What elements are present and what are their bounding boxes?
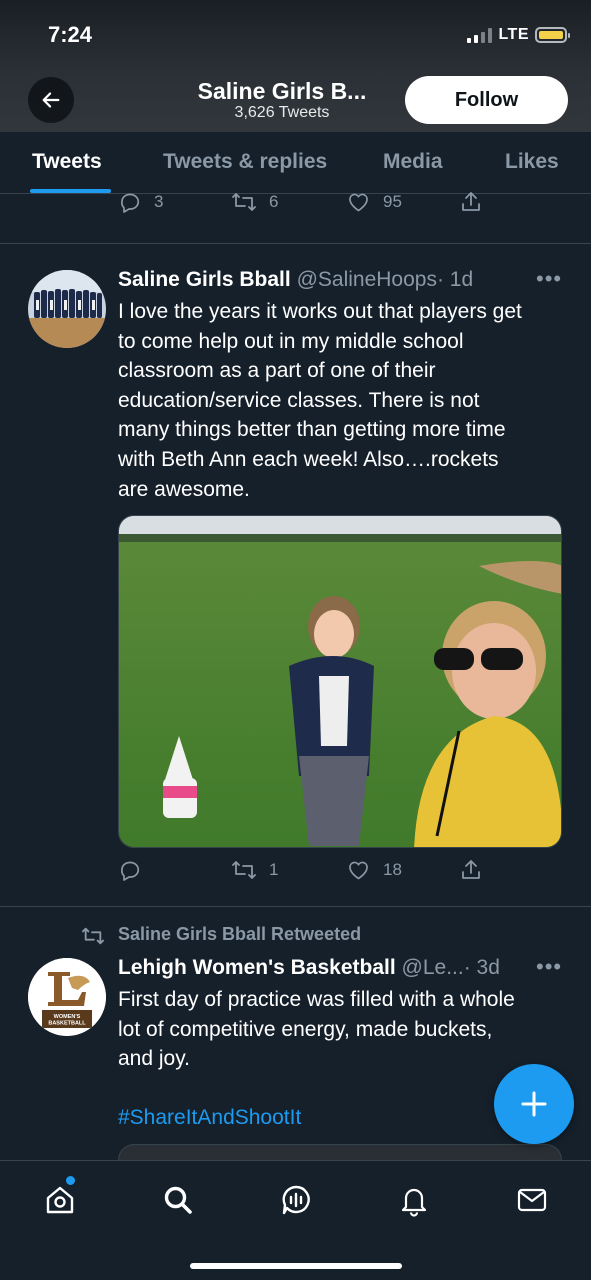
nav-spaces[interactable] <box>279 1183 313 1217</box>
tweet-author[interactable]: Lehigh Women's Basketball <box>118 956 396 979</box>
tweet-divider <box>0 243 591 244</box>
more-button[interactable]: ••• <box>536 954 562 980</box>
like-button[interactable]: 95 <box>346 190 402 214</box>
like-count: 95 <box>383 192 402 211</box>
search-icon <box>164 1186 192 1214</box>
retweeted-by-label[interactable]: Saline Girls Bball Retweeted <box>118 924 361 945</box>
more-icon: ••• <box>536 266 563 291</box>
tweet-handle[interactable]: @SalineHoops <box>297 268 437 291</box>
like-icon <box>349 193 368 212</box>
retweet-count: 1 <box>269 860 279 879</box>
tweet-line: lot of competitive energy, made buckets, <box>118 1017 493 1041</box>
bell-icon <box>401 1188 427 1217</box>
tweet-divider <box>0 906 591 907</box>
avatar[interactable]: WOMEN'S BASKETBALL <box>28 958 106 1036</box>
spaces-icon <box>282 1185 310 1215</box>
profile-tabs: Tweets Tweets & replies Media Likes <box>0 132 591 194</box>
tweet-line: I love the years it works out that playe… <box>118 300 522 323</box>
tab-tweets[interactable]: Tweets <box>32 150 102 174</box>
retweet-button[interactable]: 6 <box>231 190 278 214</box>
tweet-header: Lehigh Women's Basketball @Le...· 3d <box>118 956 500 980</box>
reply-icon <box>121 861 140 881</box>
tweet-author[interactable]: Saline Girls Bball <box>118 268 291 291</box>
mail-icon <box>517 1188 547 1212</box>
tab-tweets-and-replies[interactable]: Tweets & replies <box>163 150 327 174</box>
battery-icon <box>535 27 570 43</box>
reply-button[interactable]: 3 <box>118 190 163 214</box>
like-count: 18 <box>383 860 402 879</box>
tweet-photo[interactable] <box>118 515 562 848</box>
status-indicators: LTE <box>467 26 570 44</box>
more-button[interactable]: ••• <box>536 266 562 292</box>
tweet-text: I love the years it works out that playe… <box>118 297 568 504</box>
avatar[interactable] <box>28 270 106 348</box>
profile-header: 7:24 LTE Saline Girls B... 3,626 Tweets … <box>0 0 591 132</box>
bottom-navigation <box>0 1160 591 1280</box>
retweet-count: 6 <box>269 192 279 211</box>
tweet-time: · 3d <box>463 956 500 979</box>
tweet-line: First day of practice was filled with a … <box>118 988 515 1011</box>
back-arrow-icon <box>42 92 60 108</box>
tweet-line: many things better than getting more tim… <box>118 418 506 442</box>
tweet-header: Saline Girls Bball @SalineHoops· 1d <box>118 268 473 292</box>
retweet-icon <box>232 861 256 879</box>
tweet-line: with Beth Ann each week! Also….rockets <box>118 447 499 471</box>
reply-count: 3 <box>154 192 164 211</box>
home-indicator <box>190 1263 402 1269</box>
notification-dot <box>66 1176 75 1185</box>
retweet-button[interactable]: 1 <box>231 858 278 882</box>
retweet-icon <box>81 927 104 945</box>
active-tab-indicator <box>30 189 111 193</box>
reply-button[interactable] <box>118 858 154 882</box>
status-time: 7:24 <box>48 22 93 47</box>
share-button[interactable] <box>459 858 483 882</box>
reply-icon <box>121 193 140 213</box>
share-icon <box>462 860 480 879</box>
nav-search[interactable] <box>161 1183 195 1217</box>
nav-messages[interactable] <box>515 1183 549 1217</box>
more-icon: ••• <box>536 954 563 979</box>
like-button[interactable]: 18 <box>346 858 402 882</box>
tweet-count: 3,626 Tweets <box>234 104 330 121</box>
tweet-line: education/service classes. There is not <box>118 388 480 412</box>
tweet-time: · 1d <box>436 268 474 291</box>
network-label: LTE <box>498 26 529 43</box>
back-button[interactable] <box>28 77 74 123</box>
tweet-line: and joy. <box>118 1047 190 1071</box>
tab-likes[interactable]: Likes <box>505 150 559 174</box>
tweet-actions: 1 18 <box>118 858 558 888</box>
lehigh-logo-text: BASKETBALL <box>48 1021 86 1027</box>
share-button[interactable] <box>459 190 483 214</box>
like-icon <box>349 861 368 880</box>
home-icon <box>46 1186 74 1214</box>
tab-media[interactable]: Media <box>383 150 443 174</box>
profile-name: Saline Girls B... <box>197 78 367 104</box>
share-icon <box>462 192 480 211</box>
compose-icon <box>521 1091 547 1117</box>
nav-notifications[interactable] <box>397 1183 431 1217</box>
retweet-icon <box>232 193 256 211</box>
tweet-line: are awesome. <box>118 477 250 501</box>
signal-icon <box>467 27 493 43</box>
tweet-line: to come help out in my middle school <box>118 329 464 353</box>
follow-button[interactable]: Follow <box>405 76 568 124</box>
tweet-handle[interactable]: @Le... <box>402 956 464 979</box>
tweet-line: classroom as a part of one of their <box>118 359 436 383</box>
tweet-actions: 3 6 95 <box>118 190 558 220</box>
compose-button[interactable] <box>494 1064 574 1144</box>
nav-home[interactable] <box>43 1183 77 1217</box>
lehigh-logo-text: WOMEN'S <box>54 1014 81 1020</box>
